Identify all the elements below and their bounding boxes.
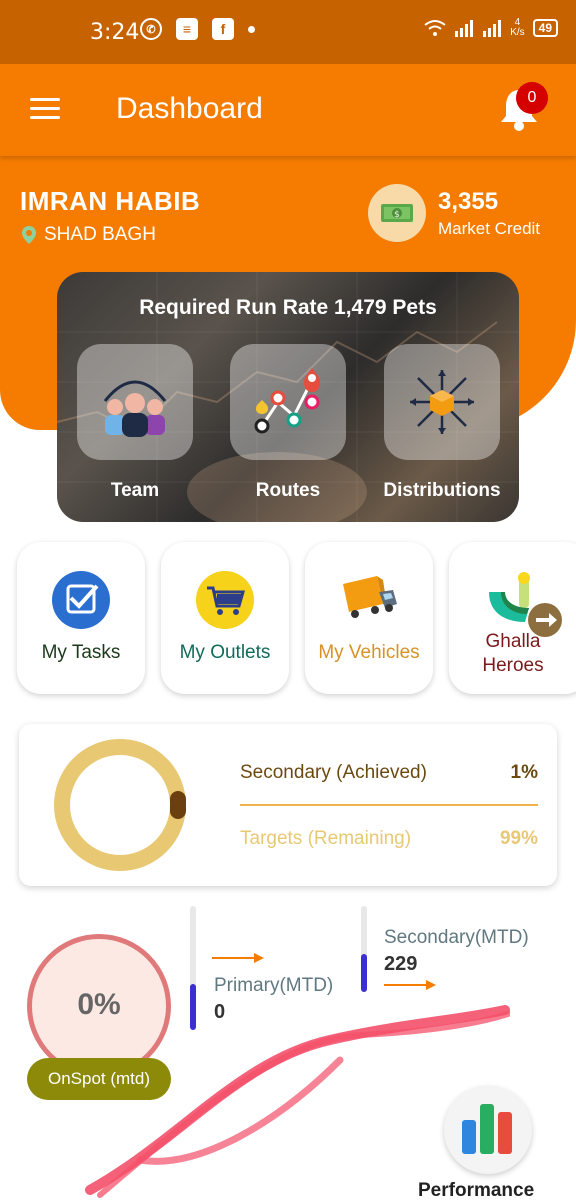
arrow-right-icon [212, 953, 264, 963]
secondary-achieved-value: 1% [510, 762, 538, 783]
bar-chart-icon [462, 1104, 512, 1154]
target-donut-chart [54, 739, 186, 871]
svg-text:$: $ [394, 210, 400, 220]
team-icon [103, 380, 167, 437]
location-label: SHAD BAGH [44, 224, 156, 245]
menu-icon[interactable] [30, 98, 60, 120]
status-time: 3:24 [90, 20, 140, 45]
routes-icon [254, 368, 320, 434]
targets-remaining-value: 99% [499, 828, 538, 849]
my-vehicles-label: My Vehicles [318, 642, 420, 663]
team-label: Team [110, 480, 160, 501]
network-speed: 4 K/s [510, 18, 524, 38]
performance-label: Performance [418, 1180, 535, 1201]
market-credit-label: Market Credit [438, 219, 541, 238]
wifi-icon [424, 20, 446, 36]
routes-label: Routes [255, 480, 321, 501]
ghalla-heroes-tile[interactable]: Ghalla Heroes [449, 542, 576, 694]
distributions-icon [410, 370, 474, 434]
secondary-progress-fill [361, 954, 367, 992]
app-bar: Dashboard [0, 64, 576, 156]
ghalla-heroes-label: Ghalla Heroes [482, 631, 544, 676]
whatsapp-icon: ✆ [140, 18, 162, 40]
performance-button[interactable] [444, 1086, 532, 1174]
status-bar: 3:24 ✆ ≡ f 4 K/s 49 [0, 0, 576, 64]
message-icon: ≡ [176, 18, 198, 40]
donut-remaining [54, 739, 186, 871]
secondary-achieved-row: Secondary (Achieved) 1% [240, 762, 538, 784]
secondary-mtd-value: 229 [384, 953, 418, 975]
routes-tile[interactable] [230, 344, 346, 460]
secondary-mtd-label: Secondary(MTD) [384, 927, 529, 948]
signal-2-icon [483, 20, 502, 37]
speed-unit: K/s [510, 27, 525, 38]
my-tasks-tile[interactable]: My Tasks [17, 542, 145, 694]
secondary-target-card: Secondary (Achieved) 1% Targets (Remaini… [19, 724, 557, 886]
user-name: IMRAN HABIB [20, 186, 201, 216]
arrow-right-icon [384, 980, 436, 990]
location-pin-icon [22, 226, 36, 244]
team-tile[interactable] [77, 344, 193, 460]
run-rate-title: Required Run Rate 1,479 Pets [139, 296, 437, 319]
secondary-achieved-label: Secondary (Achieved) [240, 762, 427, 783]
my-vehicles-tile[interactable]: My Vehicles [305, 542, 433, 694]
secondary-progress-bar [361, 906, 367, 992]
distributions-label: Distributions [383, 480, 501, 501]
decorative-wave [85, 1005, 510, 1198]
vehicles-icon [343, 576, 397, 618]
market-credit-value: 3,355 [438, 188, 499, 215]
battery-icon: 49 [532, 19, 558, 37]
notification-dot-icon [248, 25, 255, 33]
distributions-tile[interactable] [384, 344, 500, 460]
divider [240, 804, 538, 806]
cash-icon: $ [368, 184, 426, 242]
my-outlets-label: My Outlets [179, 642, 271, 663]
my-outlets-tile[interactable]: My Outlets [161, 542, 289, 694]
outlets-icon [196, 571, 254, 629]
my-tasks-label: My Tasks [41, 642, 121, 663]
facebook-icon: f [212, 18, 234, 40]
targets-remaining-row: Targets (Remaining) 99% [240, 828, 538, 850]
run-rate-card: Required Run Rate 1,479 Pets Team Routes [57, 272, 519, 522]
page-title: Dashboard [116, 92, 263, 125]
signal-icon [455, 20, 474, 37]
user-location: SHAD BAGH [22, 224, 156, 246]
primary-mtd-label: Primary(MTD) [214, 975, 334, 996]
tasks-icon [52, 571, 110, 629]
targets-remaining-label: Targets (Remaining) [240, 828, 412, 849]
notification-badge: 0 [516, 82, 548, 114]
